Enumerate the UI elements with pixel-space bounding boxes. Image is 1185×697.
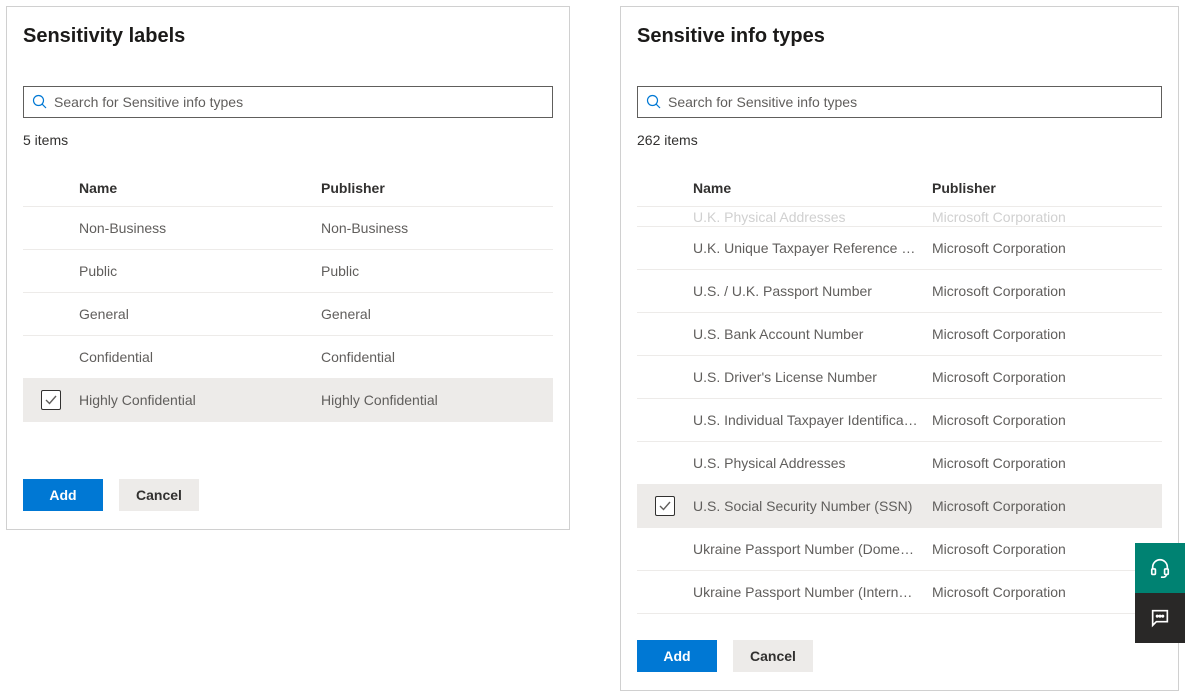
row-name: Public bbox=[79, 263, 321, 279]
headset-icon bbox=[1149, 557, 1171, 579]
row-name: U.S. / U.K. Passport Number bbox=[693, 283, 932, 299]
row-publisher: Microsoft Corporation bbox=[932, 412, 1162, 428]
row-name: U.S. Bank Account Number bbox=[693, 326, 932, 342]
row-name: Highly Confidential bbox=[79, 392, 321, 408]
sensitive-info-types-panel: Sensitive info types 262 items Name Publ… bbox=[620, 6, 1179, 691]
column-publisher[interactable]: Publisher bbox=[321, 180, 553, 196]
floating-actions bbox=[1135, 543, 1185, 643]
items-count: 5 items bbox=[23, 132, 553, 148]
row-name: U.S. Individual Taxpayer Identification … bbox=[693, 412, 932, 428]
panel-title: Sensitive info types bbox=[637, 25, 1162, 48]
row-publisher: Microsoft Corporation bbox=[932, 369, 1162, 385]
items-count: 262 items bbox=[637, 132, 1162, 148]
row-publisher: Microsoft Corporation bbox=[932, 283, 1162, 299]
cancel-button[interactable]: Cancel bbox=[119, 479, 199, 511]
table-row[interactable]: U.S. Physical AddressesMicrosoft Corpora… bbox=[637, 442, 1162, 485]
table-header: Name Publisher bbox=[637, 170, 1162, 207]
search-icon bbox=[32, 94, 48, 110]
row-name: U.S. Driver's License Number bbox=[693, 369, 932, 385]
search-input[interactable] bbox=[54, 94, 544, 110]
row-name: U.S. Social Security Number (SSN) bbox=[693, 498, 932, 514]
row-publisher: Public bbox=[321, 263, 553, 279]
table-row[interactable]: U.S. Driver's License NumberMicrosoft Co… bbox=[637, 356, 1162, 399]
row-name: U.K. Physical Addresses bbox=[693, 209, 932, 225]
row-publisher: Microsoft Corporation bbox=[932, 498, 1162, 514]
table-row[interactable]: U.S. Individual Taxpayer Identification … bbox=[637, 399, 1162, 442]
row-publisher: Microsoft Corporation bbox=[932, 240, 1162, 256]
add-button[interactable]: Add bbox=[637, 640, 717, 672]
row-publisher: Microsoft Corporation bbox=[932, 541, 1162, 557]
row-publisher: Microsoft Corporation bbox=[932, 209, 1162, 225]
panel-title: Sensitivity labels bbox=[23, 25, 553, 48]
row-name: Ukraine Passport Number (International) bbox=[693, 584, 932, 600]
row-name: U.S. Physical Addresses bbox=[693, 455, 932, 471]
table-row[interactable]: GeneralGeneral bbox=[23, 293, 553, 336]
row-publisher: Non-Business bbox=[321, 220, 553, 236]
row-name: General bbox=[79, 306, 321, 322]
table-row[interactable]: PublicPublic bbox=[23, 250, 553, 293]
table-row[interactable]: U.K. Physical AddressesMicrosoft Corpora… bbox=[637, 207, 1162, 227]
table-row[interactable]: Non-BusinessNon-Business bbox=[23, 207, 553, 250]
row-name: Non-Business bbox=[79, 220, 321, 236]
search-box[interactable] bbox=[23, 86, 553, 118]
table-row[interactable]: U.K. Unique Taxpayer Reference NumberMic… bbox=[637, 227, 1162, 270]
row-publisher: Microsoft Corporation bbox=[932, 584, 1162, 600]
feedback-button[interactable] bbox=[1135, 593, 1185, 643]
row-publisher: Microsoft Corporation bbox=[932, 455, 1162, 471]
row-name: U.K. Unique Taxpayer Reference Number bbox=[693, 240, 932, 256]
table-row[interactable]: Ukraine Passport Number (Domestic)Micros… bbox=[637, 528, 1162, 571]
table-row[interactable]: Ukraine Passport Number (International)M… bbox=[637, 571, 1162, 614]
table-row[interactable]: U.S. Social Security Number (SSN)Microso… bbox=[637, 485, 1162, 528]
column-name[interactable]: Name bbox=[693, 180, 932, 196]
row-name: Ukraine Passport Number (Domestic) bbox=[693, 541, 932, 557]
row-publisher: General bbox=[321, 306, 553, 322]
search-input[interactable] bbox=[668, 94, 1153, 110]
sensitivity-labels-panel: Sensitivity labels 5 items Name Publishe… bbox=[6, 6, 570, 530]
table-row[interactable]: U.S. Bank Account NumberMicrosoft Corpor… bbox=[637, 313, 1162, 356]
column-name[interactable]: Name bbox=[79, 180, 321, 196]
chat-icon bbox=[1149, 607, 1171, 629]
row-publisher: Confidential bbox=[321, 349, 553, 365]
table-header: Name Publisher bbox=[23, 170, 553, 207]
table-row[interactable]: ConfidentialConfidential bbox=[23, 336, 553, 379]
checkbox[interactable] bbox=[655, 496, 675, 516]
add-button[interactable]: Add bbox=[23, 479, 103, 511]
table-row[interactable]: Highly ConfidentialHighly Confidential bbox=[23, 379, 553, 422]
support-button[interactable] bbox=[1135, 543, 1185, 593]
column-publisher[interactable]: Publisher bbox=[932, 180, 1162, 196]
cancel-button[interactable]: Cancel bbox=[733, 640, 813, 672]
table-row[interactable]: U.S. / U.K. Passport NumberMicrosoft Cor… bbox=[637, 270, 1162, 313]
search-icon bbox=[646, 94, 662, 110]
row-publisher: Highly Confidential bbox=[321, 392, 553, 408]
row-name: Confidential bbox=[79, 349, 321, 365]
checkbox[interactable] bbox=[41, 390, 61, 410]
search-box[interactable] bbox=[637, 86, 1162, 118]
row-publisher: Microsoft Corporation bbox=[932, 326, 1162, 342]
